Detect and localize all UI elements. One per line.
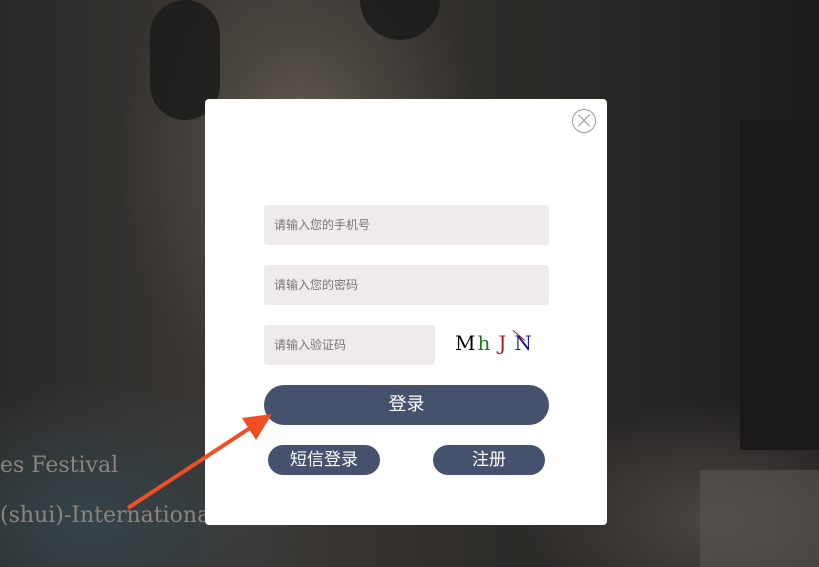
sms-login-button[interactable]: 短信登录 xyxy=(268,445,380,475)
password-input[interactable] xyxy=(264,265,549,305)
piano-keys xyxy=(700,470,819,567)
register-button[interactable]: 注册 xyxy=(433,445,545,475)
background-text-2: (shui)-Internationale xyxy=(0,503,231,528)
captcha-input[interactable] xyxy=(264,325,435,365)
login-button[interactable]: 登录 xyxy=(264,385,549,425)
background-text-1: es Festival xyxy=(0,453,119,478)
captcha-char: J xyxy=(498,331,507,355)
phone-input[interactable] xyxy=(264,205,549,245)
piano-body xyxy=(740,120,819,450)
captcha-char: M xyxy=(455,331,476,355)
captcha-image[interactable]: MhJN xyxy=(455,329,534,355)
captcha-char: h xyxy=(477,331,491,355)
login-modal: MhJN 登录 短信登录 注册 xyxy=(205,99,607,525)
close-icon[interactable] xyxy=(572,109,596,133)
